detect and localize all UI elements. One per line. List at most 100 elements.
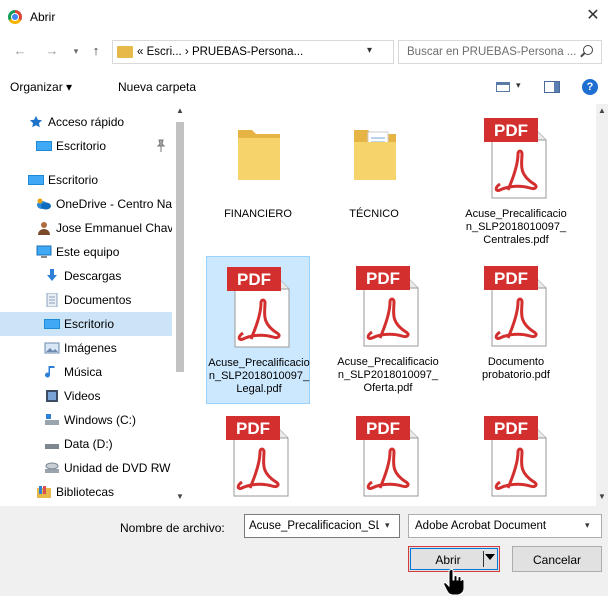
preview-pane-icon[interactable] [544,81,560,93]
forward-button[interactable]: → [44,42,60,60]
sidebar-item-desktop-pinned[interactable]: Escritorio [0,134,172,158]
pdf-file-item[interactable]: PDF Acuse_Precalificacion_SLP2018010097_… [464,108,568,256]
sidebar-item-pictures[interactable]: Imágenes [0,336,172,360]
folder-icon [117,46,133,58]
pdf-file-item[interactable]: PDF [464,406,568,506]
pdf-file-item-selected[interactable]: PDF Acuse_Precalificacion_SLP2018010097_… [206,256,310,404]
file-name: Acuse_Precalificacion_SLP2018010097_Lega… [208,357,310,395]
window-title: Abrir [30,10,56,24]
scrollbar-thumb[interactable] [176,122,184,372]
new-folder-button[interactable]: Nueva carpeta [118,80,196,94]
sidebar-item-label: Escritorio [64,317,115,331]
pdf-label: PDF [366,269,400,288]
sidebar-item-this-pc[interactable]: Este equipo [0,240,172,264]
chevron-down-icon[interactable]: ▾ [385,520,390,531]
sidebar-item-label: Unidad de DVD RW ( [64,461,172,475]
pdf-file-item[interactable]: PDF [206,406,310,506]
sidebar-item-drive-c[interactable]: Windows (C:) [0,408,172,432]
folder-icon [238,130,280,180]
breadcrumb[interactable]: « Escri... › PRUEBAS-Persona... [137,46,303,58]
download-icon [47,269,57,281]
open-dropdown-button[interactable] [483,551,496,567]
search-input[interactable]: Buscar en PRUEBAS-Persona ... [407,46,576,58]
folder-icon [354,130,396,180]
sidebar-item-label: Imágenes [64,341,117,355]
scroll-down-icon[interactable]: ▼ [596,492,608,501]
up-button[interactable]: ↑ [88,42,104,60]
folder-item[interactable]: TÉCNICO [322,108,426,256]
pin-icon[interactable] [156,139,166,153]
help-icon[interactable]: ? [582,79,598,95]
sidebar-item-label: Data (D:) [64,437,113,451]
file-type-select[interactable]: Adobe Acrobat Document ▾ [408,514,602,538]
pdf-file-icon: PDF [484,118,547,199]
scroll-up-icon[interactable]: ▲ [596,106,608,115]
star-icon [29,115,43,128]
sidebar-item-desktop-selected[interactable]: Escritorio [0,312,172,336]
pdf-file-icon: PDF [484,266,547,347]
file-name: Documento probatorio.pdf [482,356,550,381]
back-button[interactable]: ← [12,42,28,60]
scroll-up-icon[interactable]: ▲ [174,106,186,115]
sidebar-item-label: Jose Emmanuel Chave [56,221,172,235]
open-button-label: Abrir [435,553,461,567]
cancel-button-label: Cancelar [532,553,582,567]
file-type-value[interactable]: Adobe Acrobat Document [415,520,546,532]
dropdown-arrow-icon [485,554,495,560]
sidebar-item-music[interactable]: Música [0,360,172,384]
navigation-pane: Acceso rápido Escritorio Escritorio OneD… [0,104,186,506]
chevron-down-icon[interactable]: ▾ [585,520,590,531]
pdf-file-icon: PDF [484,416,547,497]
sidebar-item-onedrive[interactable]: OneDrive - Centro Na [0,192,172,216]
drive-c-icon [45,414,59,425]
pdf-label: PDF [236,419,270,438]
cancel-button[interactable]: Cancelar [512,546,602,572]
sidebar-item-label: OneDrive - Centro Na [56,197,172,211]
pdf-file-icon: PDF [227,267,290,348]
scroll-down-icon[interactable]: ▼ [174,492,186,501]
sidebar-item-downloads[interactable]: Descargas [0,264,172,288]
desktop-icon [28,175,44,185]
sidebar-item-quick-access[interactable]: Acceso rápido [0,110,172,134]
search-box[interactable]: Buscar en PRUEBAS-Persona ... [398,40,602,64]
sidebar-item-label: Acceso rápido [48,115,125,129]
videos-icon [46,390,58,402]
file-name: TÉCNICO [349,208,399,220]
organize-button[interactable]: Organizar ▾ [10,80,72,94]
file-list-scrollbar[interactable]: ▲ ▼ [596,104,608,506]
sidebar-item-documents[interactable]: Documentos [0,288,172,312]
sidebar-item-label: Descargas [64,269,122,283]
folder-item[interactable]: FINANCIERO [206,108,310,256]
recent-locations-chevron-icon[interactable]: ▾ [68,42,84,60]
sidebar-item-desktop[interactable]: Escritorio [0,168,172,192]
pdf-file-item[interactable]: PDF [336,406,440,506]
close-button[interactable]: ✕ [582,6,604,26]
pdf-file-item[interactable]: PDF Documento probatorio.pdf [464,256,568,404]
sidebar-scrollbar[interactable]: ▲ ▼ [174,104,186,506]
file-name: FINANCIERO [224,208,292,220]
sidebar-item-label: Windows (C:) [64,413,137,427]
computer-icon [36,245,52,258]
address-bar[interactable]: « Escri... › PRUEBAS-Persona... ▾ [112,40,394,64]
desktop-icon [36,141,52,151]
pdf-file-item[interactable]: PDF Acuse_Precalificacion_SLP2018010097_… [336,256,440,404]
sidebar-item-libraries[interactable]: Bibliotecas [0,480,172,504]
view-options-icon[interactable] [496,82,510,92]
filename-field[interactable]: Acuse_Precalificacion_SL ▾ [244,514,400,538]
search-icon[interactable] [583,45,593,55]
sidebar-item-label: Documentos [64,293,132,307]
sidebar-item-videos[interactable]: Videos [0,384,172,408]
dvd-icon [45,462,59,473]
sidebar-item-drive-d[interactable]: Data (D:) [0,432,172,456]
sidebar-item-label: Escritorio [56,139,107,153]
pdf-file-icon: PDF [226,416,289,497]
sidebar-item-dvd[interactable]: Unidad de DVD RW ( [0,456,172,480]
filename-value[interactable]: Acuse_Precalificacion_SL [249,520,379,532]
chevron-down-icon[interactable]: ▾ [367,45,372,56]
onedrive-icon [37,198,51,210]
pictures-icon [44,342,60,354]
sidebar-item-user[interactable]: Jose Emmanuel Chave [0,216,172,240]
chevron-down-icon[interactable]: ▾ [516,80,521,91]
pdf-label: PDF [494,121,528,140]
hand-cursor-icon [444,568,464,596]
